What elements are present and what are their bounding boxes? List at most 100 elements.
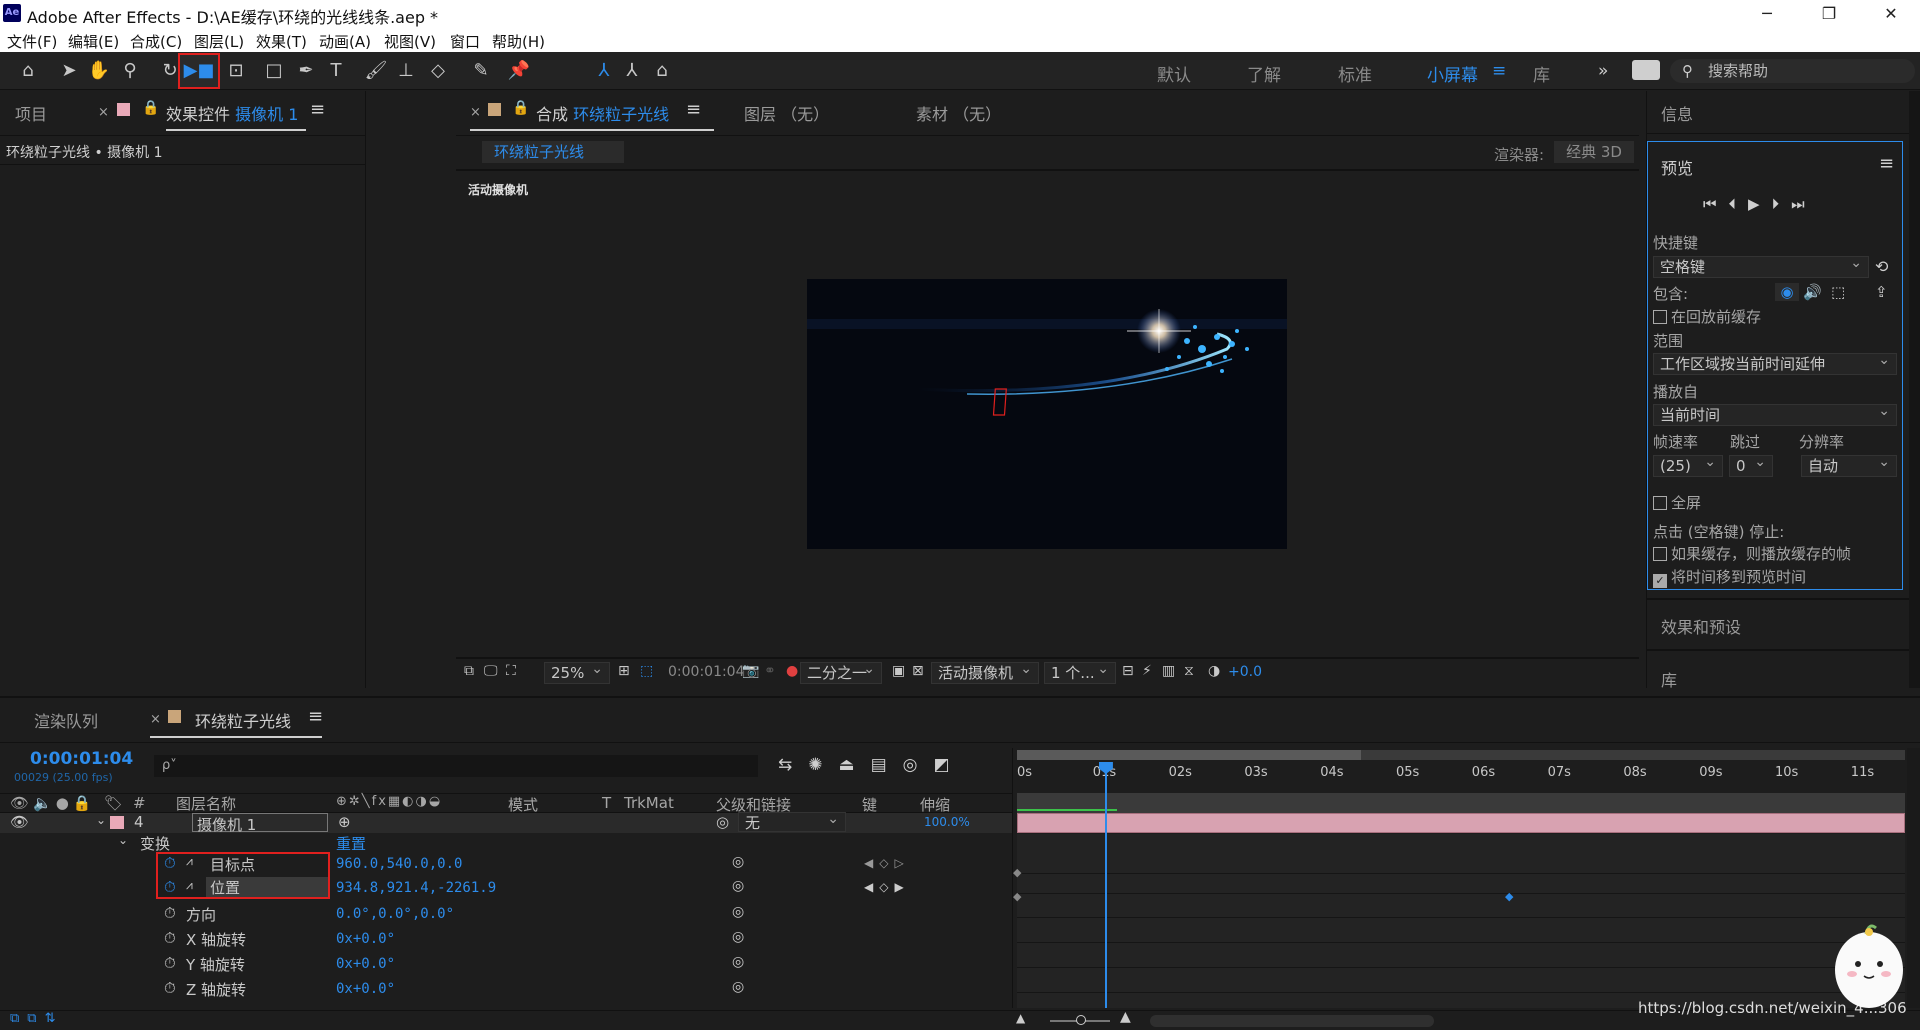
property-value[interactable]: 0x+0.0° xyxy=(336,981,395,997)
workspace-small-screen[interactable]: 小屏幕 xyxy=(1427,61,1478,86)
zoom-tool-icon[interactable]: ⚲ xyxy=(116,57,144,85)
workspace-learn[interactable]: 了解 xyxy=(1247,61,1281,86)
property-value[interactable]: 0x+0.0° xyxy=(336,956,395,972)
camera-tool-icon[interactable]: ▶■ xyxy=(178,53,220,89)
menu-file[interactable]: 文件(F) xyxy=(7,31,57,52)
view-axis-icon[interactable]: ⌂ xyxy=(648,57,676,85)
property-row-z-rotation[interactable]: ⏱ Z 轴旋转 0x+0.0° ◎ xyxy=(0,979,1012,999)
time-ruler[interactable]: 0s01s02s03s04s05s06s07s08s09s10s11s xyxy=(1013,762,1913,782)
monitor-icon[interactable]: 🖵 xyxy=(484,663,498,679)
expression-pickwhip-icon[interactable]: ◎ xyxy=(732,954,744,970)
lock-icon[interactable]: 🔒 xyxy=(512,100,529,116)
property-value[interactable]: 934.8,921.4,-2261.9 xyxy=(336,880,496,896)
eraser-tool-icon[interactable]: ◇ xyxy=(424,57,452,85)
mask-visibility-icon[interactable]: ⛶ xyxy=(506,663,516,679)
type-tool-icon[interactable]: T xyxy=(322,57,350,85)
panel-menu-icon[interactable]: ≡ xyxy=(310,99,325,120)
range-dropdown[interactable]: 工作区域按当前时间延伸 xyxy=(1653,350,1897,375)
transparency-grid-icon[interactable]: ⬚ xyxy=(640,663,653,679)
menu-layer[interactable]: 图层(L) xyxy=(194,31,244,52)
pan-behind-tool-icon[interactable]: ⊡ xyxy=(222,57,250,85)
close-tab-icon[interactable]: × xyxy=(470,105,481,120)
current-time-indicator[interactable] xyxy=(1098,762,1113,1008)
cache-before-checkbox[interactable]: 在回放前缓存 xyxy=(1653,306,1761,327)
resolution-dropdown[interactable]: 二分之一 xyxy=(800,659,882,684)
puppet-tool-icon[interactable]: 📌 xyxy=(505,57,533,85)
reset-icon[interactable]: ⟲ xyxy=(1875,257,1888,276)
keyframe-marker[interactable]: ◆ xyxy=(1013,890,1021,903)
time-navigator-range[interactable] xyxy=(1017,750,1361,760)
panel-scrollbar[interactable] xyxy=(1909,91,1920,688)
property-row-point-of-interest[interactable]: ⏱ ⩘ 目标点 960.0,540.0,0.0 ◎ ◀◇▷ xyxy=(0,854,1012,874)
zoom-out-icon[interactable]: ▲ xyxy=(1016,1011,1025,1025)
transform-group-row[interactable]: ⌄ 变换 重置 xyxy=(0,833,1012,853)
first-frame-icon[interactable]: ⏮ xyxy=(1703,195,1729,213)
draft-3d-icon[interactable]: ✺ xyxy=(808,755,838,775)
always-preview-icon[interactable]: ⧉ xyxy=(464,663,474,679)
comp-navigator-chip[interactable]: 环绕粒子光线 xyxy=(482,141,624,163)
menu-edit[interactable]: 编辑(E) xyxy=(68,31,119,52)
include-overlay-icon[interactable]: ⬚ xyxy=(1831,283,1845,301)
shy-layers-icon[interactable]: ⏏ xyxy=(839,755,871,775)
expression-pickwhip-icon[interactable]: ◎ xyxy=(732,878,744,894)
frame-rate-dropdown[interactable]: (25) xyxy=(1653,452,1723,477)
keyframe-marker-selected[interactable]: ◆ xyxy=(1505,890,1513,903)
safe-zones-icon[interactable]: ⊞ xyxy=(618,663,630,679)
toggle-transparency-icon[interactable]: ⊠ xyxy=(912,663,924,679)
zoom-dropdown[interactable]: 25% xyxy=(544,659,610,684)
previous-frame-icon[interactable]: ⏴ xyxy=(1729,195,1749,213)
snapshot-icon[interactable]: 📷 xyxy=(742,663,759,679)
expression-pickwhip-icon[interactable]: ◎ xyxy=(732,854,744,870)
if-cached-checkbox[interactable]: 如果缓存，则播放缓存的帧 xyxy=(1653,543,1851,564)
search-help-input[interactable]: ⚲ 搜索帮助 xyxy=(1670,59,1915,83)
home-icon[interactable]: ⌂ xyxy=(14,57,42,85)
property-row-orientation[interactable]: ⏱ 方向 0.0°,0.0°,0.0° ◎ xyxy=(0,904,1012,924)
close-tab-icon[interactable]: × xyxy=(98,105,109,120)
play-from-dropdown[interactable]: 当前时间 xyxy=(1653,401,1897,426)
include-video-icon[interactable]: ◉ xyxy=(1775,283,1799,301)
workspace-menu-icon[interactable]: ≡ xyxy=(1492,61,1506,81)
tab-library[interactable]: 库 xyxy=(1661,667,1677,691)
property-row-position[interactable]: ⏱ ⩘ 位置 934.8,921.4,-2261.9 ◎ ◀◇▶ xyxy=(0,877,1012,898)
shy-switch-icon[interactable]: ⊕ xyxy=(338,813,351,831)
workspace-standard[interactable]: 标准 xyxy=(1338,61,1372,86)
next-frame-icon[interactable]: ⏵ xyxy=(1772,195,1792,213)
zoom-slider-thumb[interactable] xyxy=(1076,1015,1086,1025)
region-of-interest-icon[interactable]: ▣ xyxy=(892,663,905,679)
keyframe-marker[interactable]: ◆ xyxy=(1013,866,1021,879)
composition-viewer-canvas[interactable] xyxy=(807,279,1287,549)
panel-menu-icon[interactable]: ≡ xyxy=(1879,153,1894,174)
renderer-value[interactable]: 经典 3D xyxy=(1554,141,1634,163)
timeline-icon[interactable]: ▥ xyxy=(1162,663,1175,679)
menu-help[interactable]: 帮助(H) xyxy=(492,31,545,52)
property-row-y-rotation[interactable]: ⏱ Y 轴旋转 0x+0.0° ◎ xyxy=(0,954,1012,974)
keyframe-navigator[interactable]: ◀◇▷ xyxy=(864,856,910,870)
exposure-value[interactable]: +0.0 xyxy=(1228,664,1262,680)
rectangle-tool-icon[interactable]: □ xyxy=(260,57,288,85)
timeline-current-time[interactable]: 0:00:01:04 xyxy=(30,749,133,769)
keyframe-navigator[interactable]: ◀◇▶ xyxy=(864,880,910,894)
camera-layer-bar[interactable] xyxy=(1017,813,1905,833)
layer-label-swatch[interactable] xyxy=(110,816,124,829)
panel-menu-icon[interactable]: ≡ xyxy=(686,99,701,120)
menu-composition[interactable]: 合成(C) xyxy=(130,31,182,52)
tab-timeline-comp[interactable]: 环绕粒子光线 xyxy=(195,708,291,732)
pen-tool-icon[interactable]: ✒ xyxy=(292,57,320,85)
menu-effect[interactable]: 效果(T) xyxy=(256,31,307,52)
stopwatch-icon[interactable]: ⏱ xyxy=(164,904,176,922)
horizontal-scrollbar[interactable] xyxy=(1150,1015,1434,1027)
include-audio-icon[interactable]: 🔊 xyxy=(1803,283,1822,301)
minimize-button[interactable]: ─ xyxy=(1744,0,1790,28)
skip-dropdown[interactable]: 0 xyxy=(1729,452,1773,477)
tab-info[interactable]: 信息 xyxy=(1661,101,1693,125)
zoom-in-icon[interactable]: ▲ xyxy=(1120,1009,1131,1025)
layer-search-input[interactable]: ρ˅ xyxy=(154,755,758,777)
comp-flowchart-icon[interactable]: ⇆ xyxy=(778,755,808,775)
parent-dropdown[interactable]: 无 xyxy=(738,809,846,832)
layer-name-header[interactable]: 图层名称 xyxy=(176,793,236,814)
tab-effects-presets[interactable]: 效果和预设 xyxy=(1661,614,1741,638)
clone-stamp-tool-icon[interactable]: ⊥ xyxy=(392,57,420,85)
expression-pickwhip-icon[interactable]: ◎ xyxy=(732,929,744,945)
property-value[interactable]: 0.0°,0.0°,0.0° xyxy=(336,906,454,922)
sync-settings-icon[interactable] xyxy=(1632,60,1660,80)
